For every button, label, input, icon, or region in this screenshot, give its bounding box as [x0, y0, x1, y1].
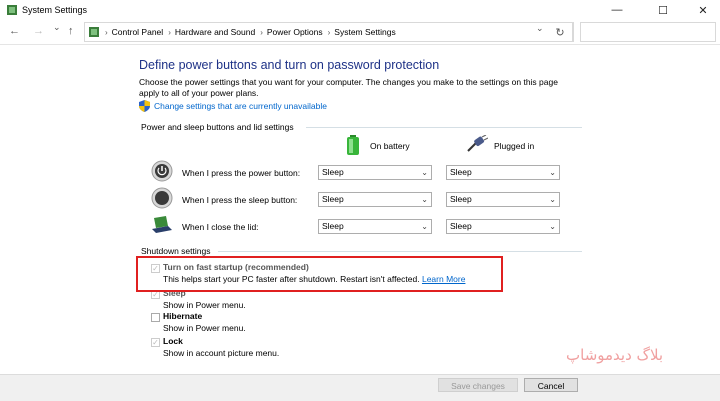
minimize-button[interactable]: —	[600, 0, 634, 20]
page-title: Define power buttons and turn on passwor…	[139, 58, 440, 72]
forward-button[interactable]: →	[33, 25, 44, 37]
maximize-button[interactable]: ☐	[646, 0, 680, 20]
lid-plugged-select[interactable]: Sleep ⌄	[446, 219, 560, 234]
save-changes-button[interactable]: Save changes	[438, 378, 518, 392]
lock-checkbox[interactable]: ✓	[151, 338, 160, 347]
watermark-text: بلاگ دیدموشاپ	[566, 346, 664, 364]
breadcrumb-hardware-and-sound[interactable]: Hardware and Sound	[175, 27, 255, 37]
address-dropdown-button[interactable]: ⌄	[536, 23, 544, 34]
chevron-down-icon: ⌄	[549, 222, 556, 231]
recent-locations-button[interactable]: ⌄	[53, 22, 61, 33]
chevron-down-icon: ⌄	[421, 168, 428, 177]
window-title: System Settings	[22, 5, 88, 15]
search-input[interactable]	[580, 22, 716, 42]
separator-icon[interactable]: ›	[328, 28, 331, 37]
chevron-down-icon: ⌄	[549, 195, 556, 204]
control-panel-icon	[7, 5, 17, 15]
hibernate-checkbox[interactable]	[151, 313, 160, 322]
select-value: Sleep	[322, 167, 344, 177]
sleep-button-icon	[151, 187, 173, 209]
hibernate-label: Hibernate	[163, 311, 203, 321]
separator-icon: ›	[105, 27, 108, 37]
control-panel-icon	[89, 27, 99, 37]
hibernate-desc: Show in Power menu.	[163, 323, 246, 333]
chevron-down-icon: ⌄	[549, 168, 556, 177]
sleep-button-battery-select[interactable]: Sleep ⌄	[318, 192, 432, 207]
chevron-down-icon: ⌄	[421, 222, 428, 231]
shutdown-group-title: Shutdown settings	[141, 246, 211, 256]
row-label-sleep-button: When I press the sleep button:	[182, 195, 298, 205]
close-button[interactable]: ✕	[686, 0, 720, 20]
breadcrumb-power-options[interactable]: Power Options	[267, 27, 323, 37]
sleep-desc: Show in Power menu.	[163, 300, 246, 310]
plug-icon	[467, 135, 488, 152]
sleep-button-plugged-select[interactable]: Sleep ⌄	[446, 192, 560, 207]
power-button-battery-select[interactable]: Sleep ⌄	[318, 165, 432, 180]
cancel-button[interactable]: Cancel	[524, 378, 578, 392]
select-value: Sleep	[322, 221, 344, 231]
group-divider	[306, 127, 582, 128]
row-label-close-lid: When I close the lid:	[182, 222, 259, 232]
footer-bar	[0, 374, 720, 401]
chevron-down-icon: ⌄	[421, 195, 428, 204]
refresh-icon: ↻	[555, 26, 565, 39]
select-value: Sleep	[450, 221, 472, 231]
select-value: Sleep	[450, 167, 472, 177]
row-label-power-button: When I press the power button:	[182, 168, 301, 178]
group-divider	[218, 251, 582, 252]
separator-icon[interactable]: ›	[260, 28, 263, 37]
select-value: Sleep	[322, 194, 344, 204]
highlight-box	[136, 256, 503, 292]
up-button[interactable]: ↑	[68, 25, 74, 37]
uac-shield-icon	[139, 100, 150, 112]
select-value: Sleep	[450, 194, 472, 204]
title-bar: System Settings — ☐ ✕	[0, 0, 720, 20]
battery-icon	[347, 135, 359, 155]
breadcrumb-system-settings[interactable]: System Settings	[334, 27, 395, 37]
power-button-plugged-select[interactable]: Sleep ⌄	[446, 165, 560, 180]
laptop-lid-icon	[152, 216, 172, 233]
breadcrumb-control-panel[interactable]: Control Panel	[112, 27, 164, 37]
back-button[interactable]: ←	[9, 25, 20, 37]
lid-battery-select[interactable]: Sleep ⌄	[318, 219, 432, 234]
separator-icon[interactable]: ›	[168, 28, 171, 37]
power-button-icon	[151, 160, 173, 182]
power-group-title: Power and sleep buttons and lid settings	[141, 122, 294, 132]
column-plugged-in: Plugged in	[494, 141, 535, 151]
refresh-button[interactable]: ↻	[548, 22, 573, 42]
intro-text: Choose the power settings that you want …	[139, 77, 558, 98]
lock-desc: Show in account picture menu.	[163, 348, 280, 358]
breadcrumb: › Control Panel › Hardware and Sound › P…	[84, 22, 574, 42]
lock-label: Lock	[163, 336, 183, 346]
change-settings-link[interactable]: Change settings that are currently unava…	[154, 101, 327, 111]
column-on-battery: On battery	[370, 141, 410, 151]
